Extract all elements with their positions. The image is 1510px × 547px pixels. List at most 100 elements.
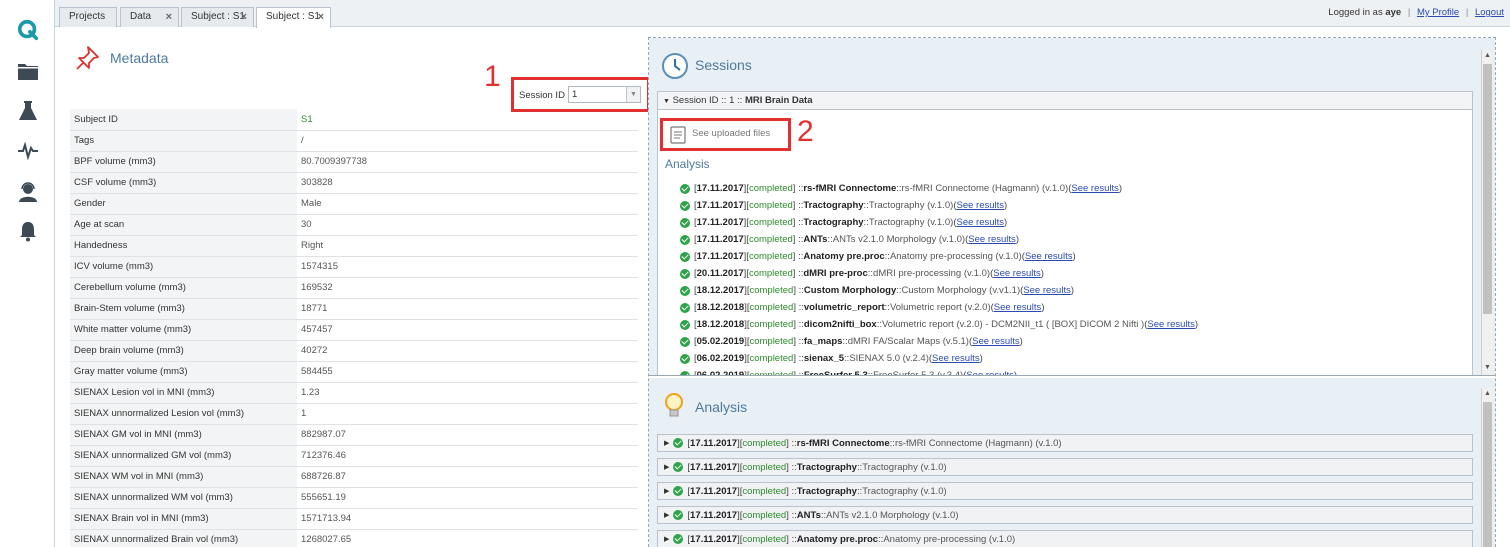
check-circle-icon (680, 353, 690, 364)
see-results-link[interactable]: See results (1147, 319, 1195, 330)
expand-icon[interactable]: ▶ (664, 463, 669, 471)
analysis-row[interactable]: ▶[ 17.11.2017 ][ completed ] :: Tractogr… (657, 458, 1473, 476)
pulse-icon[interactable] (17, 140, 39, 162)
analysis-desc: Anatomy pre-processing (v.1.0) (889, 251, 1022, 262)
collapse-icon[interactable]: ▼ (663, 98, 670, 105)
metadata-key: White matter volume (mm3) (70, 319, 297, 341)
see-results-link[interactable]: See results (956, 200, 1004, 211)
see-results-link[interactable]: See results (966, 370, 1014, 375)
see-uploaded-files-button[interactable]: See uploaded files (660, 118, 791, 151)
metadata-key: SIENAX unnormalized WM vol (mm3) (70, 487, 297, 509)
metadata-value: 584455 (297, 361, 638, 383)
metadata-key: Deep brain volume (mm3) (70, 340, 297, 362)
metadata-value: 1574315 (297, 256, 638, 278)
metadata-row: Deep brain volume (mm3) 40272 (70, 340, 638, 362)
metadata-row: SIENAX unnormalized Lesion vol (mm3) 1 (70, 403, 638, 425)
check-circle-icon (680, 370, 690, 375)
analysis-status: completed (749, 302, 794, 313)
see-results-link[interactable]: See results (1071, 183, 1119, 194)
analysis-date: 18.12.2018 (696, 319, 745, 330)
analysis-status: completed (748, 200, 793, 211)
flask-icon[interactable] (17, 100, 39, 122)
analysis-list-item: [ 17.11.2017 ][ completed ] :: rs-fMRI C… (680, 180, 1470, 197)
analysis-panel: Analysis ▶[ 17.11.2017 ][ completed ] ::… (649, 378, 1495, 547)
check-circle-icon (680, 319, 690, 330)
q-logo-icon[interactable] (17, 19, 39, 41)
analysis-row[interactable]: ▶[ 17.11.2017 ][ completed ] :: rs-fMRI … (657, 434, 1473, 452)
analysis-name: FreeSurfer 5.3 (803, 370, 868, 376)
see-results-link[interactable]: See results (994, 302, 1042, 313)
user-info: Logged in as aye | My Profile | Logout (1328, 7, 1504, 18)
analysis-name: sienax_5 (803, 353, 845, 364)
check-circle-icon (680, 268, 690, 279)
metadata-value: Male (297, 193, 638, 215)
analysis-row[interactable]: ▶[ 17.11.2017 ][ completed ] :: ANTs :: … (657, 506, 1473, 524)
expand-icon[interactable]: ▶ (664, 439, 669, 447)
tab-bar: Projects Data × Subject : S1 × Subject : S… (55, 0, 1510, 28)
sessions-scrollbar[interactable]: ▲ ▼ (1481, 50, 1493, 375)
user-headset-icon[interactable] (17, 181, 39, 203)
my-profile-link[interactable]: My Profile (1417, 7, 1459, 18)
metadata-title: Metadata (110, 50, 169, 66)
metadata-row: Handedness Right (70, 235, 638, 257)
metadata-row: ICV volume (mm3) 1574315 (70, 256, 638, 278)
see-results-link[interactable]: See results (932, 353, 980, 364)
analysis-date: 17.11.2017 (690, 461, 738, 473)
metadata-row: Gray matter volume (mm3) 584455 (70, 361, 638, 383)
analysis-list-item: [ 17.11.2017 ][ completed ] :: Tractogra… (680, 197, 1470, 214)
analysis-desc: Custom Morphology (v.v1.1) (901, 285, 1021, 296)
tab-subject-s1[interactable]: Subject : S1 × (181, 7, 254, 27)
session-id-select[interactable]: 1 ▼ (568, 86, 641, 103)
close-icon[interactable]: × (166, 11, 172, 23)
expand-icon[interactable]: ▶ (664, 511, 669, 519)
logout-link[interactable]: Logout (1475, 7, 1504, 18)
folder-icon[interactable] (17, 60, 39, 82)
analysis-date: 06.02.2019 (696, 370, 745, 376)
see-results-link[interactable]: See results (1025, 251, 1073, 262)
close-icon[interactable]: × (241, 11, 247, 23)
analysis-list-item: [ 18.12.2018 ][ completed ] :: volumetri… (680, 299, 1470, 316)
analysis-date: 17.11.2017 (690, 485, 738, 497)
close-icon[interactable]: × (318, 11, 324, 23)
metadata-key: SIENAX WM vol in MNI (mm3) (70, 466, 297, 488)
analysis-desc: Anatomy pre-processing (v.1.0) (883, 533, 1016, 545)
metadata-key: Handedness (70, 235, 297, 257)
expand-icon[interactable]: ▶ (664, 535, 669, 543)
see-results-link[interactable]: See results (1023, 285, 1071, 296)
see-results-link[interactable]: See results (993, 268, 1041, 279)
analysis-desc: FreeSurfer 5.3 (v.3.4) (873, 370, 964, 376)
metadata-key: SIENAX unnormalized Lesion vol (mm3) (70, 403, 297, 425)
check-circle-icon (680, 285, 690, 296)
metadata-key: Brain-Stem volume (mm3) (70, 298, 297, 320)
chevron-down-icon[interactable]: ▼ (626, 87, 640, 102)
analysis-status: completed (749, 353, 794, 364)
analysis-status: completed (748, 251, 793, 262)
analysis-scrollbar[interactable]: ▲ (1481, 388, 1493, 547)
metadata-value: 18771 (297, 298, 638, 320)
check-circle-icon (673, 486, 684, 496)
analysis-row[interactable]: ▶[ 17.11.2017 ][ completed ] :: Anatomy … (657, 530, 1473, 547)
metadata-row: CSF volume (mm3) 303828 (70, 172, 638, 194)
metadata-value: 555651.19 (297, 487, 638, 509)
see-results-link[interactable]: See results (956, 217, 1004, 228)
analysis-name: dicom2nifti_box (803, 319, 877, 330)
analysis-status: completed (748, 217, 793, 228)
metadata-key: Gray matter volume (mm3) (70, 361, 297, 383)
see-results-link[interactable]: See results (968, 234, 1016, 245)
session-header[interactable]: ▼ Session ID :: 1 :: MRI Brain Data (657, 91, 1473, 110)
metadata-row: White matter volume (mm3) 457457 (70, 319, 638, 341)
analysis-desc: Tractography (v.1.0) (868, 217, 954, 228)
see-results-link[interactable]: See results (972, 336, 1020, 347)
analysis-name: Anatomy pre.proc (796, 533, 879, 545)
tab-data[interactable]: Data × (120, 7, 179, 27)
tab-projects[interactable]: Projects (59, 7, 117, 27)
tab-subject-s1-active[interactable]: Subject : S1 × (256, 7, 331, 28)
bell-icon[interactable] (17, 220, 39, 242)
analysis-desc: ANTs v2.1.0 Morphology (v.1.0) (826, 509, 959, 521)
metadata-row: SIENAX unnormalized WM vol (mm3) 555651.1… (70, 487, 638, 509)
expand-icon[interactable]: ▶ (664, 487, 669, 495)
metadata-row: Subject ID S1 (70, 109, 638, 131)
analysis-desc: Volumetric report (v.2.0) (889, 302, 991, 313)
metadata-value: 882987.07 (297, 424, 638, 446)
analysis-row[interactable]: ▶[ 17.11.2017 ][ completed ] :: Tractogr… (657, 482, 1473, 500)
